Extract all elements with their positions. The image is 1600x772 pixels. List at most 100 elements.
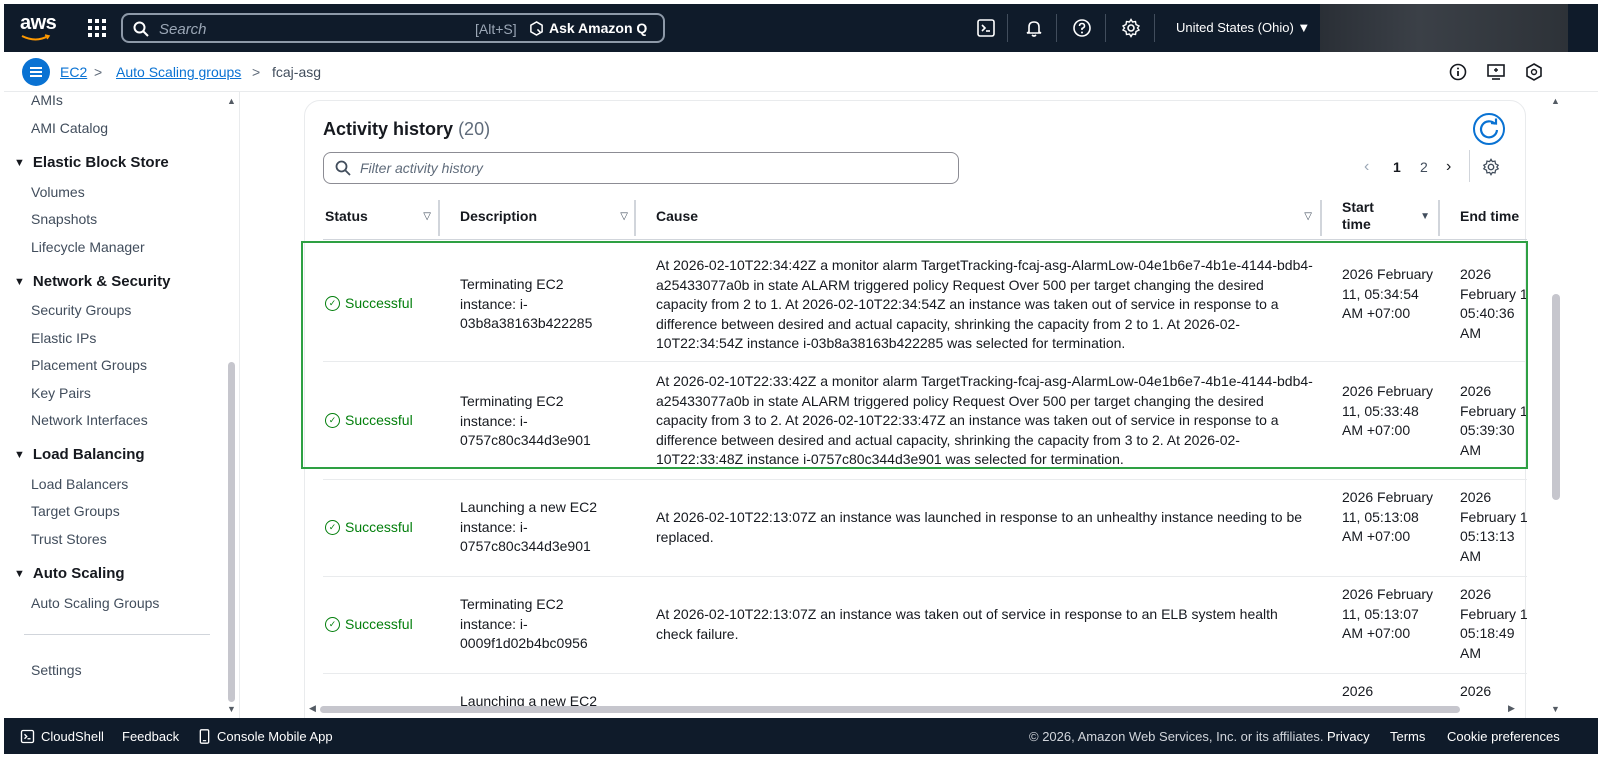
table-row[interactable]: ✓ Successful Terminating EC2 instance: i-…	[323, 577, 1528, 674]
terms-link[interactable]: Terms	[1390, 729, 1425, 744]
cause-cell: At 2026-02-10T22:13:07Z an instance was …	[656, 509, 1303, 545]
sort-caret-icon[interactable]: ▽	[1304, 211, 1312, 222]
aws-logo[interactable]: aws	[20, 12, 57, 35]
sidebar-item-trust-stores[interactable]: Trust Stores	[31, 531, 107, 547]
column-resizer[interactable]	[1438, 200, 1440, 236]
breadcrumb-auto-scaling-groups[interactable]: Auto Scaling groups	[116, 64, 241, 80]
end-time-cell: 2026 February 1 05:18:49 AM +07:00	[1460, 586, 1528, 665]
scroll-down-arrow-icon[interactable]: ▼	[227, 704, 236, 714]
top-separator	[1154, 14, 1155, 42]
status-badge: ✓ Successful	[325, 615, 413, 635]
sidebar-section-title: Auto Scaling	[32, 565, 125, 582]
screen-feedback-icon[interactable]	[1486, 62, 1506, 82]
page-2-button[interactable]: 2	[1420, 159, 1428, 175]
notifications-bell-icon[interactable]	[1024, 18, 1044, 38]
activity-count: (20)	[458, 119, 491, 139]
sidebar-item-settings[interactable]: Settings	[31, 662, 82, 678]
feedback-link[interactable]: Feedback	[122, 729, 179, 744]
cloudshell-icon[interactable]	[976, 18, 996, 38]
page-vertical-scrollbar[interactable]	[1552, 294, 1560, 500]
ask-amazon-q-label: Ask Amazon Q	[549, 20, 648, 36]
cloudshell-icon	[20, 729, 35, 744]
cloudshell-button[interactable]: CloudShell	[20, 729, 104, 744]
previous-page-button[interactable]: ‹	[1364, 158, 1369, 176]
filter-activity-input[interactable]: Filter activity history	[323, 152, 959, 184]
cloudshell-label: CloudShell	[41, 729, 104, 744]
privacy-link[interactable]: Privacy	[1327, 729, 1370, 744]
sidebar-scrollbar[interactable]	[228, 362, 235, 702]
scroll-down-arrow-icon[interactable]: ▼	[1551, 704, 1560, 714]
column-resizer[interactable]	[438, 200, 440, 236]
sort-descending-icon[interactable]: ▼	[1420, 208, 1430, 225]
region-selector[interactable]: United States (Ohio) ▼	[1176, 20, 1310, 35]
table-row[interactable]: ✓ Successful Launching a new EC2 instance…	[323, 480, 1528, 577]
sidebar-section-auto-scaling[interactable]: ▼ Auto Scaling	[14, 565, 125, 582]
scroll-right-arrow-icon[interactable]: ▶	[1508, 703, 1515, 714]
mobile-app-icon	[199, 729, 210, 744]
breadcrumb-separator: >	[94, 64, 103, 80]
hexagon-settings-icon[interactable]	[1524, 62, 1544, 82]
breadcrumb-bar: EC2 > Auto Scaling groups > fcaj-asg	[4, 52, 1598, 92]
ask-amazon-q-button[interactable]: Ask Amazon Q	[529, 20, 647, 36]
page-1-button[interactable]: 1	[1393, 159, 1401, 175]
top-navigation-bar: aws Search [Alt+S] Ask Amazon Q United S…	[4, 4, 1598, 52]
scroll-left-arrow-icon[interactable]: ◀	[309, 703, 316, 714]
info-icon[interactable]	[1448, 62, 1468, 82]
sidebar-section-title: Load Balancing	[32, 446, 145, 463]
table-preferences-gear-icon[interactable]	[1482, 158, 1500, 176]
scroll-up-arrow-icon[interactable]: ▲	[227, 96, 236, 106]
highlight-box	[301, 241, 1528, 469]
column-resizer[interactable]	[634, 200, 636, 236]
cookie-preferences-link[interactable]: Cookie preferences	[1447, 729, 1560, 744]
sidebar-item-lifecycle-manager[interactable]: Lifecycle Manager	[31, 239, 145, 255]
sidebar-item-auto-scaling-groups[interactable]: Auto Scaling Groups	[31, 595, 159, 611]
sort-caret-icon[interactable]: ▽	[423, 211, 431, 222]
column-label: Description	[460, 208, 538, 224]
caret-down-icon: ▼	[14, 567, 25, 580]
window-bottom-edge	[0, 754, 1600, 772]
description-cell: Launching a new EC2 instance: i-0757c80c…	[460, 499, 597, 554]
end-time-cell: 2026 February 1 05:13:13 AM +07:00	[1460, 489, 1528, 568]
aws-smile-icon	[21, 34, 51, 41]
next-page-button[interactable]: ›	[1446, 158, 1451, 176]
sidebar-item-snapshots[interactable]: Snapshots	[31, 211, 97, 227]
start-time-cell: 2026	[1342, 683, 1374, 699]
breadcrumb-ec2[interactable]: EC2	[60, 64, 87, 80]
column-header-end-time[interactable]: End time	[1460, 192, 1540, 240]
column-header-start-time[interactable]: Start time ▼	[1342, 192, 1438, 240]
help-icon[interactable]	[1072, 18, 1092, 38]
sidebar-section-elastic-block-store[interactable]: ▼ Elastic Block Store	[14, 154, 169, 171]
sidebar-item-security-groups[interactable]: Security Groups	[31, 302, 131, 318]
column-resizer[interactable]	[1320, 200, 1322, 236]
side-nav-toggle-button[interactable]	[22, 58, 50, 86]
scroll-up-arrow-icon[interactable]: ▲	[1551, 96, 1560, 106]
sidebar-item-ami-catalog[interactable]: AMI Catalog	[31, 120, 108, 136]
sidebar-item-elastic-ips[interactable]: Elastic IPs	[31, 330, 96, 346]
search-shortcut: [Alt+S]	[475, 21, 517, 37]
search-input[interactable]: Search [Alt+S] Ask Amazon Q	[121, 13, 665, 43]
sidebar-item-target-groups[interactable]: Target Groups	[31, 503, 120, 519]
amazon-q-icon	[530, 20, 543, 36]
status-text: Successful	[345, 519, 413, 535]
account-menu-redacted[interactable]	[1320, 4, 1568, 52]
sort-caret-icon[interactable]: ▽	[620, 211, 628, 222]
sidebar-item-volumes[interactable]: Volumes	[31, 184, 85, 200]
console-mobile-app-link[interactable]: Console Mobile App	[198, 729, 333, 744]
services-grid-icon[interactable]	[88, 19, 106, 37]
search-icon	[133, 21, 149, 37]
sidebar-item-amis[interactable]: AMIs	[31, 92, 63, 108]
sidebar-item-load-balancers[interactable]: Load Balancers	[31, 476, 128, 492]
top-separator	[1007, 14, 1008, 42]
settings-gear-icon[interactable]	[1121, 18, 1141, 38]
table-horizontal-scrollbar[interactable]	[320, 706, 1460, 713]
refresh-button[interactable]	[1473, 113, 1505, 145]
column-header-status[interactable]: Status ▽	[325, 192, 439, 240]
sidebar-item-network-interfaces[interactable]: Network Interfaces	[31, 412, 148, 428]
sidebar-item-placement-groups[interactable]: Placement Groups	[31, 357, 147, 373]
column-header-cause[interactable]: Cause ▽	[656, 192, 1320, 240]
sidebar-item-key-pairs[interactable]: Key Pairs	[31, 385, 91, 401]
sidebar-section-title: Elastic Block Store	[32, 154, 169, 171]
sidebar-section-load-balancing[interactable]: ▼ Load Balancing	[14, 446, 145, 463]
sidebar-section-network-security[interactable]: ▼ Network & Security	[14, 273, 170, 290]
column-header-description[interactable]: Description ▽	[460, 192, 636, 240]
